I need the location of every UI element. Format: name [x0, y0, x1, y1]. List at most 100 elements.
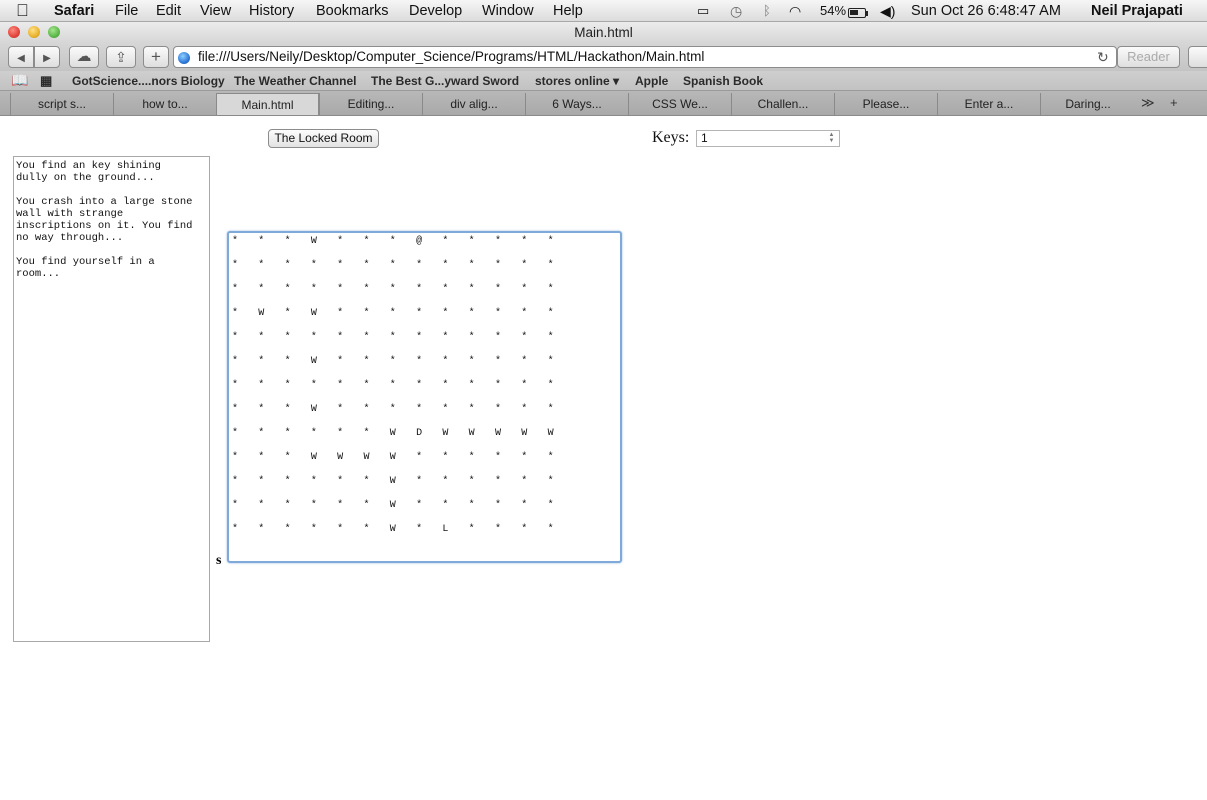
back-arrow-icon: ◀: [17, 53, 25, 64]
menu-history[interactable]: History: [249, 3, 294, 19]
share-button[interactable]: ⇪: [106, 46, 136, 68]
airplay-icon[interactable]: ▭: [697, 3, 709, 19]
menu-help[interactable]: Help: [553, 3, 583, 19]
menu-bookmarks[interactable]: Bookmarks: [316, 3, 389, 19]
top-sites-grid-icon[interactable]: ▦: [40, 73, 52, 89]
forward-button[interactable]: ▶: [34, 46, 60, 68]
map-cell: *: [468, 500, 475, 511]
room-title-button[interactable]: The Locked Room: [268, 129, 379, 148]
map-cell: *: [337, 404, 344, 415]
reader-button[interactable]: Reader: [1117, 46, 1180, 68]
map-cell: *: [363, 332, 370, 343]
map-cell: *: [310, 380, 317, 391]
cloud-icon: ☁: [76, 48, 92, 65]
map-cell: *: [310, 524, 317, 535]
map-cell: W: [389, 452, 396, 463]
menu-develop[interactable]: Develop: [409, 3, 462, 19]
map-cell: *: [494, 380, 501, 391]
menu-edit[interactable]: Edit: [156, 3, 181, 19]
map-cell: *: [547, 404, 554, 415]
bookmarks-bar: 📖 ▦ GotScience....nors Biology The Weath…: [0, 71, 1207, 91]
menu-file[interactable]: File: [115, 3, 138, 19]
reading-list-icon[interactable]: 📖: [11, 72, 28, 89]
tab-challen[interactable]: Challen...: [731, 93, 834, 115]
map-cell: *: [258, 236, 265, 247]
map-cell: *: [310, 428, 317, 439]
map-cell: *: [337, 236, 344, 247]
bluetooth-icon[interactable]: ᛒ: [763, 3, 771, 18]
map-cell: *: [337, 428, 344, 439]
bookmark-gotscience[interactable]: GotScience....nors Biology: [72, 74, 225, 88]
map-cell: *: [337, 308, 344, 319]
map-cell: *: [416, 260, 423, 271]
icloud-tabs-button[interactable]: ☁: [69, 46, 99, 68]
map-cell: *: [468, 260, 475, 271]
add-tab-icon[interactable]: +: [1170, 95, 1178, 110]
time-machine-icon[interactable]: ◷: [730, 3, 742, 20]
keys-field[interactable]: 1: [696, 130, 840, 147]
map-cell: *: [547, 380, 554, 391]
tab-enter-a[interactable]: Enter a...: [937, 93, 1040, 115]
new-tab-button[interactable]: +: [143, 46, 169, 68]
map-cell: W: [494, 428, 501, 439]
user-name[interactable]: Neil Prajapati: [1091, 3, 1183, 19]
map-cell: *: [547, 284, 554, 295]
bookmark-best-skyward-sword[interactable]: The Best G...yward Sword: [371, 74, 519, 88]
map-cell: *: [231, 500, 238, 511]
map-cell: *: [284, 260, 291, 271]
tab-main-html[interactable]: Main.html: [216, 93, 319, 115]
map-cell: *: [521, 452, 528, 463]
bookmark-stores-online-folder[interactable]: stores online ▾: [535, 74, 619, 88]
game-map[interactable]: * * * W * * * @ * * * * * * * * * * * * * * * * * * * * * * * * * * * * * * * *…: [227, 231, 622, 563]
map-cell: *: [258, 284, 265, 295]
map-cell: *: [494, 500, 501, 511]
tab-daring[interactable]: Daring...: [1040, 93, 1135, 115]
map-cell: W: [389, 500, 396, 511]
menu-window[interactable]: Window: [482, 3, 534, 19]
tab-6-ways[interactable]: 6 Ways...: [525, 93, 628, 115]
tab-script[interactable]: script s...: [10, 93, 113, 115]
downloads-button[interactable]: [1188, 46, 1207, 68]
game-log-textarea[interactable]: You find an key shining dully on the gro…: [13, 156, 210, 642]
tab-div-align[interactable]: div alig...: [422, 93, 525, 115]
bookmark-weather-channel[interactable]: The Weather Channel: [234, 74, 356, 88]
browser-toolbar: ◀ ▶ ☁ ⇪ + file:///Users/Neily/Desktop/Co…: [0, 43, 1207, 71]
bookmark-spanish-book[interactable]: Spanish Book: [683, 74, 763, 88]
map-cell: *: [310, 476, 317, 487]
tab-editing[interactable]: Editing...: [319, 93, 422, 115]
menu-safari[interactable]: Safari: [54, 3, 94, 19]
address-bar[interactable]: file:///Users/Neily/Desktop/Computer_Sci…: [173, 46, 1117, 68]
map-cell: *: [468, 404, 475, 415]
map-cell: *: [468, 236, 475, 247]
clock[interactable]: Sun Oct 26 6:48:47 AM: [911, 3, 1061, 19]
map-cell: *: [389, 308, 396, 319]
apple-logo-icon[interactable]: : [16, 1, 29, 21]
map-cell: *: [389, 332, 396, 343]
map-cell: *: [547, 356, 554, 367]
map-cell: *: [468, 332, 475, 343]
map-cell: *: [416, 356, 423, 367]
back-button[interactable]: ◀: [8, 46, 34, 68]
menu-view[interactable]: View: [200, 3, 231, 19]
map-cell: *: [258, 404, 265, 415]
keys-stepper-icon[interactable]: ▲ ▼: [827, 132, 836, 145]
battery-icon[interactable]: [848, 5, 868, 21]
bookmark-apple[interactable]: Apple: [635, 74, 668, 88]
tab-how-to[interactable]: how to...: [113, 93, 216, 115]
map-cell: *: [521, 524, 528, 535]
map-cell: @: [416, 236, 423, 247]
more-tabs-icon[interactable]: ≫: [1141, 95, 1155, 111]
wifi-icon[interactable]: ◠: [789, 3, 801, 20]
tab-css-we[interactable]: CSS We...: [628, 93, 731, 115]
volume-icon[interactable]: ◀): [880, 3, 895, 20]
reload-icon[interactable]: ↻: [1097, 49, 1109, 66]
battery-percent[interactable]: 54%: [820, 3, 846, 18]
map-cell: *: [284, 356, 291, 367]
map-cell: *: [547, 476, 554, 487]
map-cell: *: [442, 380, 449, 391]
map-cell: *: [231, 524, 238, 535]
map-cell: *: [231, 476, 238, 487]
map-cell: *: [416, 452, 423, 463]
map-cell: *: [337, 356, 344, 367]
tab-please[interactable]: Please...: [834, 93, 937, 115]
